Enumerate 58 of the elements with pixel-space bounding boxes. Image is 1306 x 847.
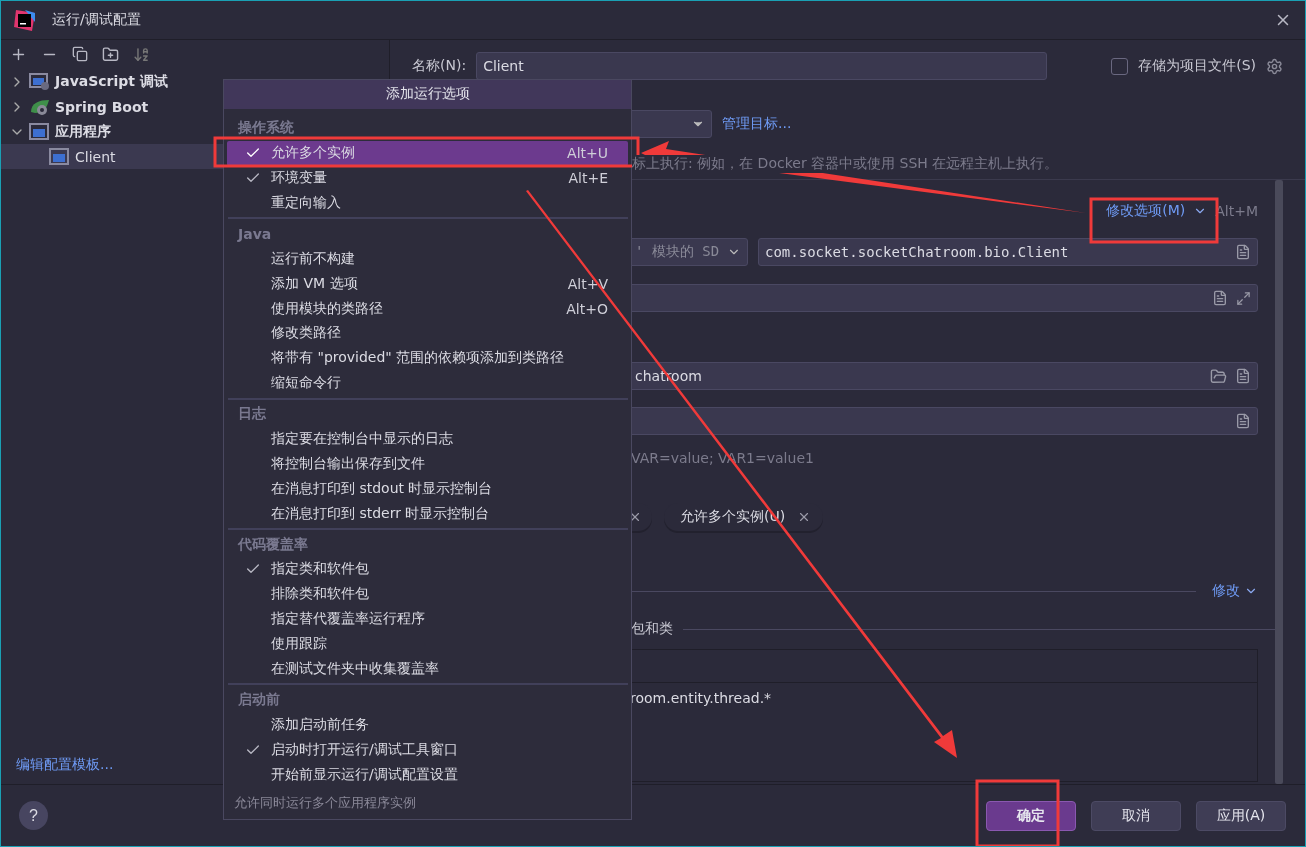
name-label: 名称(N): [412,57,467,75]
leaf-icon [29,97,51,116]
copy-icon[interactable] [72,46,88,62]
document-icon[interactable] [1212,290,1228,306]
shortcut-label: Alt+U [567,145,608,162]
modify-options-link[interactable]: 修改选项(M) [1106,202,1186,220]
menu-item[interactable]: 开始前显示运行/调试配置设置 [227,762,628,787]
menu-section-heading: 日志 [237,404,267,424]
menu-section-heading: Java [236,224,273,244]
menu-item[interactable]: 添加启动前任务 [227,712,628,738]
table-cell-text: room.entity.thread.* [630,689,773,708]
settings-icon[interactable] [1266,57,1283,75]
window-icon [29,72,51,91]
window-icon [29,122,51,141]
checkbox[interactable] [1111,57,1129,75]
menu-item[interactable]: 指定类和软件包 [227,556,628,582]
menu-section-heading: 操作系统 [237,118,295,138]
folder-plus-icon[interactable] [102,45,119,63]
menu-item[interactable]: 修改类路径 [227,321,628,346]
menu-title: 添加运行选项 [224,80,631,109]
menu-item[interactable]: 运行前不构建 [227,246,628,272]
dialog-button[interactable]: 应用(A) [1196,800,1286,831]
menu-section-heading: 启动前 [237,689,281,709]
dialog-button[interactable]: 确定 [986,800,1076,831]
modify-link[interactable]: 修改 [1212,582,1240,600]
document-icon[interactable] [1235,368,1251,384]
menu-item[interactable]: 使用模块的类路径 Alt+O [227,296,628,321]
section-title: 包和类 [631,620,673,638]
help-button[interactable]: ? [19,801,48,830]
scrollbar[interactable] [1275,180,1283,784]
menu-item[interactable]: 在消息打印到 stderr 时显示控制台 [227,501,628,527]
menu-item[interactable]: 启动时打开运行/调试工具窗口 [227,737,628,763]
menu-item[interactable]: 在测试文件夹中收集覆盖率 [227,656,628,682]
menu-item[interactable]: 将控制台输出保存到文件 [227,451,628,477]
menu-item[interactable]: 指定替代覆盖率运行程序 [227,606,628,632]
app-logo [14,9,35,31]
folder-icon[interactable] [1210,367,1227,385]
name-field[interactable]: Client [476,52,1048,80]
dialog-button[interactable]: 取消 [1091,800,1181,831]
main-class-field[interactable]: com.socket.socketChatroom.bio.Client [758,238,1258,266]
menu-item[interactable]: 排除类和软件包 [227,581,628,607]
menu-section-heading: 代码覆盖率 [236,534,309,554]
menu-item[interactable]: 允许多个实例 Alt+U [227,140,628,166]
window-icon [49,147,71,166]
menu-item[interactable]: 在消息打印到 stdout 时显示控制台 [227,476,628,502]
window-title: 运行/调试配置 [52,11,142,29]
manage-targets-link[interactable]: 管理目标... [722,115,792,133]
shortcut-label: Alt+O [566,300,608,317]
menu-item[interactable]: 指定要在控制台中显示的日志 [227,426,628,452]
sort-icon[interactable] [133,45,150,63]
menu-item[interactable]: 使用跟踪 [227,631,628,657]
document-icon[interactable] [1235,413,1251,429]
shortcut-label: Alt+E [568,170,608,187]
checkbox-label: 存储为项目文件(S) [1138,57,1256,75]
menu-footer-hint: 允许同时运行多个应用程序实例 [233,794,417,813]
document-icon[interactable] [1235,244,1251,260]
expand-icon[interactable] [1236,290,1251,306]
menu-item[interactable]: 重定向输入 [227,190,628,216]
